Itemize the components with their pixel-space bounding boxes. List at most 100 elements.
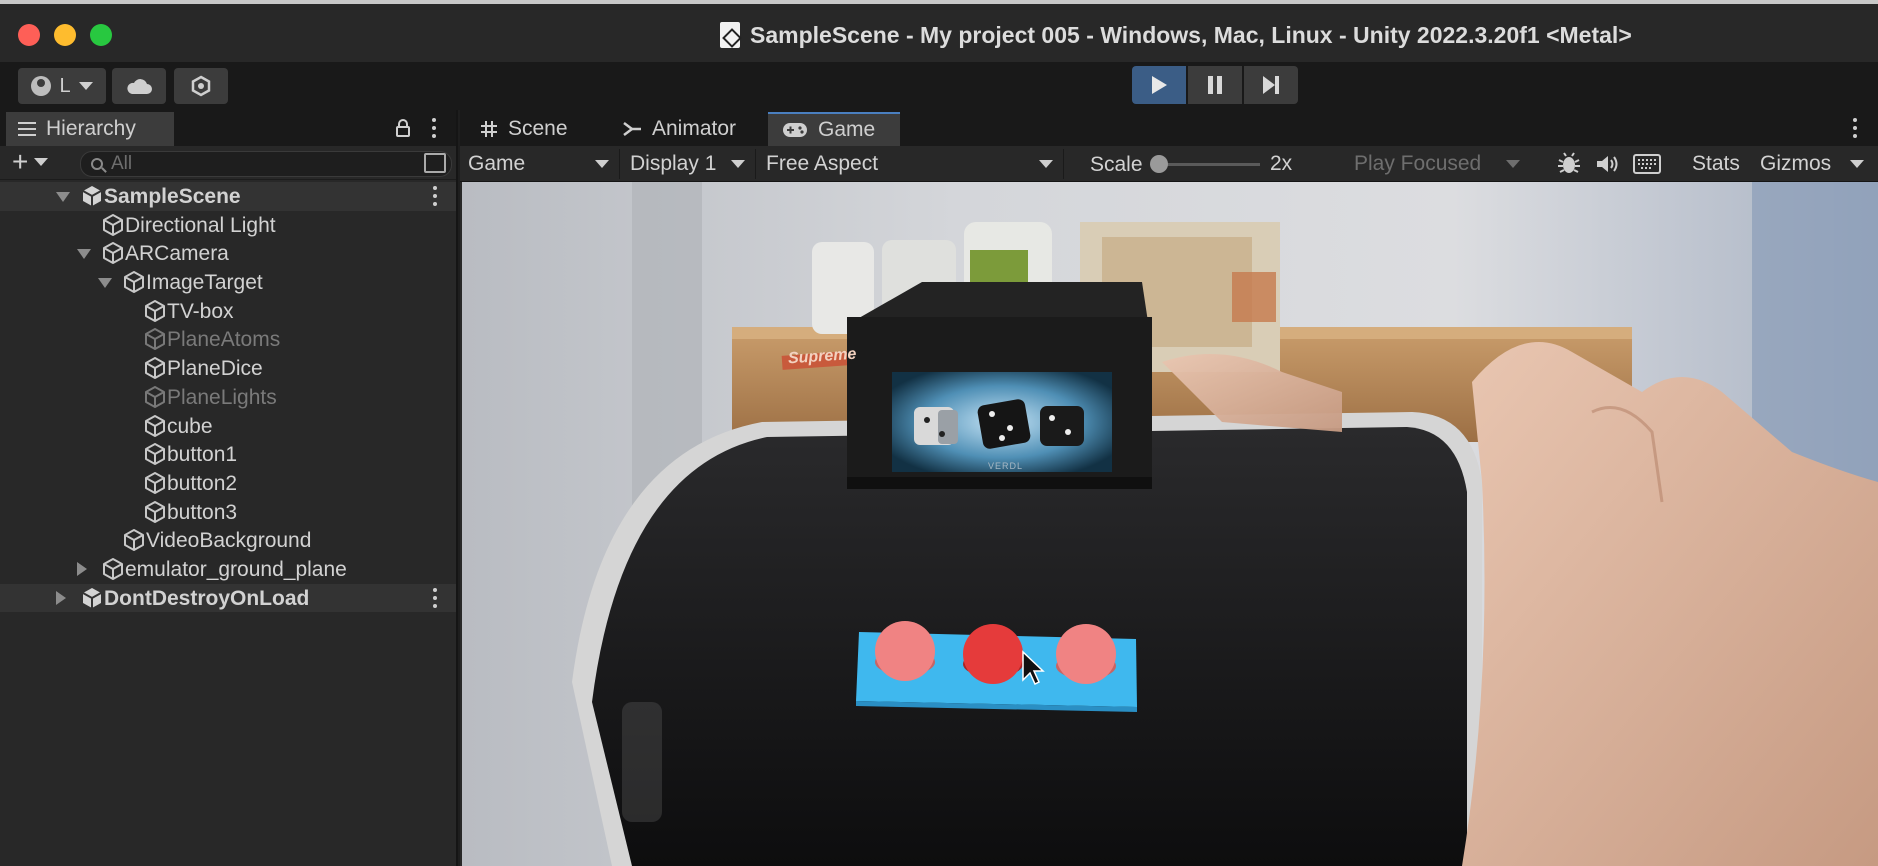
scale-slider-thumb[interactable]: [1150, 155, 1168, 173]
hierarchy-item-arcamera[interactable]: ARCamera: [0, 239, 456, 268]
speaker-icon[interactable]: [1592, 151, 1622, 177]
hierarchy-item-label: button2: [167, 471, 238, 495]
gizmos-chevron-down-icon[interactable]: [1850, 160, 1864, 168]
gameobject-cube-icon: [122, 528, 146, 552]
hierarchy-item-cube[interactable]: cube: [0, 412, 456, 441]
gameobject-cube-icon: [143, 500, 167, 524]
aspect-dropdown[interactable]: Free Aspect: [758, 149, 1064, 179]
hierarchy-item-planelights[interactable]: PlaneLights: [0, 383, 456, 412]
gameobject-cube-icon: [101, 557, 125, 581]
hierarchy-item-emulator-ground-plane[interactable]: emulator_ground_plane: [0, 555, 456, 584]
play-mode-dropdown[interactable]: Play Focused: [1346, 149, 1530, 179]
game-menu-icon[interactable]: [1852, 118, 1858, 138]
minimize-window-button[interactable]: [54, 24, 76, 46]
view-mode-dropdown[interactable]: Game: [460, 149, 620, 179]
hierarchy-item-directional-light[interactable]: Directional Light: [0, 211, 456, 240]
tv-box-model: [847, 282, 1152, 489]
hierarchy-search-input[interactable]: [111, 153, 411, 175]
gameobject-cube-icon: [101, 213, 125, 237]
pause-button[interactable]: [1188, 66, 1242, 104]
gameobject-cube-icon: [101, 241, 125, 265]
ar-button-1[interactable]: [875, 621, 935, 681]
chevron-down-icon[interactable]: [98, 278, 112, 289]
scene-visibility-toggle-icon[interactable]: [424, 153, 446, 173]
hierarchy-item-button1[interactable]: button1: [0, 440, 456, 469]
chevron-down-icon[interactable]: [77, 249, 91, 260]
chevron-right-icon[interactable]: [77, 561, 87, 576]
lock-icon[interactable]: [396, 119, 410, 137]
tab-scene[interactable]: Scene: [466, 112, 606, 146]
hierarchy-item-button3[interactable]: button3: [0, 498, 456, 527]
scale-value: 2x: [1270, 152, 1293, 175]
hierarchy-item-samplescene[interactable]: SampleScene: [0, 182, 456, 211]
account-label: L: [59, 74, 71, 97]
account-dropdown[interactable]: L: [18, 68, 106, 104]
play-mode-value: Play Focused: [1354, 152, 1482, 175]
chevron-right-icon[interactable]: [56, 590, 66, 605]
chevron-down-icon: [731, 160, 745, 168]
close-window-button[interactable]: [18, 24, 40, 46]
gameobject-cube-icon: [143, 299, 167, 323]
hierarchy-item-label: PlaneAtoms: [167, 328, 281, 352]
hierarchy-panel: Hierarchy + SampleScene Directional Light…: [0, 110, 458, 866]
window-title-text: SampleScene - My project 005 - Windows, …: [750, 21, 1632, 48]
version-control-button[interactable]: [174, 68, 228, 104]
pause-icon: [1208, 76, 1222, 94]
create-object-button[interactable]: +: [12, 148, 49, 176]
ar-button-2[interactable]: [963, 624, 1023, 684]
hierarchy-item-label: PlaneLights: [167, 385, 277, 409]
ar-button-3[interactable]: [1056, 624, 1116, 684]
hierarchy-item-label: cube: [167, 414, 213, 438]
hierarchy-tree: SampleScene Directional Light ARCamera Imag…: [0, 182, 456, 613]
gameobject-cube-icon: [143, 385, 167, 409]
unity-document-icon: [720, 22, 740, 48]
hierarchy-item-planedice[interactable]: PlaneDice: [0, 354, 456, 383]
keyboard-icon[interactable]: [1630, 151, 1664, 177]
hierarchy-item-label: VideoBackground: [146, 529, 312, 553]
scene-menu-icon[interactable]: [432, 186, 438, 206]
gameobject-cube-icon: [143, 442, 167, 466]
hierarchy-menu-icon[interactable]: [431, 118, 437, 138]
tab-hierarchy[interactable]: Hierarchy: [6, 112, 174, 146]
chevron-down-icon: [34, 158, 49, 166]
chevron-down-icon: [1506, 160, 1520, 168]
hierarchy-item-button2[interactable]: button2: [0, 469, 456, 498]
hierarchy-item-label: DontDestroyOnLoad: [104, 586, 310, 610]
hierarchy-item-label: TV-box: [167, 299, 234, 323]
maximize-window-button[interactable]: [90, 24, 112, 46]
main-toolbar: L: [0, 62, 1878, 110]
hierarchy-item-tv-box[interactable]: TV-box: [0, 297, 456, 326]
tab-animator-label: Animator: [652, 117, 737, 140]
hierarchy-item-dontdestroyonload[interactable]: DontDestroyOnLoad: [0, 583, 456, 613]
cloud-button[interactable]: [112, 68, 166, 104]
hierarchy-item-label: ImageTarget: [146, 271, 263, 295]
scene-menu-icon[interactable]: [432, 587, 438, 608]
bug-icon[interactable]: [1554, 151, 1584, 177]
window-title: SampleScene - My project 005 - Windows, …: [720, 21, 1632, 49]
gameobject-cube-icon: [143, 471, 167, 495]
tab-game-label: Game: [818, 118, 876, 141]
hierarchy-item-planeatoms[interactable]: PlaneAtoms: [0, 325, 456, 354]
chevron-down-icon: [1039, 160, 1053, 168]
game-panel: Scene Animator Game Game Display 1 Free …: [460, 110, 1878, 866]
hierarchy-item-imagetarget[interactable]: ImageTarget: [0, 268, 456, 297]
tab-animator[interactable]: Animator: [608, 112, 766, 146]
game-viewport[interactable]: VERDL Supreme: [462, 182, 1878, 866]
tab-game[interactable]: Game: [768, 112, 900, 146]
ar-camera-feed: [462, 182, 1878, 866]
gizmos-button[interactable]: Gizmos: [1760, 152, 1831, 176]
gameobject-cube-icon: [143, 414, 167, 438]
chevron-down-icon[interactable]: [56, 192, 70, 202]
hierarchy-search-field[interactable]: [80, 151, 452, 177]
game-view-options-bar: Game Display 1 Free Aspect Scale 2x Play…: [460, 146, 1878, 182]
step-button[interactable]: [1244, 66, 1298, 104]
hierarchy-item-label: emulator_ground_plane: [125, 557, 347, 581]
play-button[interactable]: [1132, 66, 1186, 104]
aspect-value: Free Aspect: [766, 152, 879, 175]
hierarchy-item-videobackground[interactable]: VideoBackground: [0, 526, 456, 555]
display-dropdown[interactable]: Display 1: [622, 149, 756, 179]
scale-slider[interactable]: [1076, 149, 1346, 179]
play-icon: [1152, 76, 1167, 94]
stats-button[interactable]: Stats: [1692, 152, 1740, 176]
view-mode-value: Game: [468, 152, 526, 175]
